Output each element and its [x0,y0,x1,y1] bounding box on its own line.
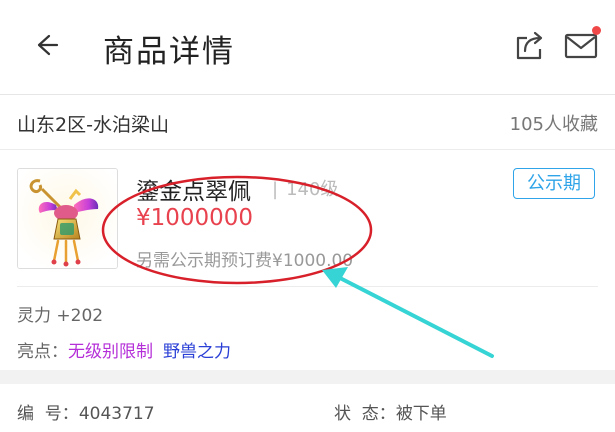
mail-icon[interactable] [564,31,598,61]
page-title: 商品详情 [103,34,235,70]
item-level: | 140级 [272,175,338,201]
spirit-attribute: 灵力 +202 [17,306,104,326]
notification-dot [592,26,601,35]
item-name: 鎏金点翠佩 [136,179,251,205]
reserve-fee-note: 另需公示期预订费¥1000.00 [136,251,354,271]
item-price: ¥1000000 [136,205,254,231]
highlights-label: 亮点： [17,342,68,362]
state-label: 状 态： [334,404,396,424]
highlights-row: 亮点：无级别限制 野兽之力 [17,337,241,362]
serial-value: 4043717 [78,404,155,424]
server-name: 山东2区-水泊梁山 [17,114,169,136]
annotation-arrow [338,276,494,358]
back-arrow-icon[interactable] [31,30,61,60]
server-row: 山东2区-水泊梁山 105人收藏 [0,95,615,150]
section-gap [0,370,615,384]
state-value: 被下单 [395,404,447,424]
serial-label: 编 号： [17,404,79,424]
status-badge: 公示期 [513,168,595,199]
share-icon[interactable] [513,29,547,63]
highlight-tag: 野兽之力 [163,342,231,362]
order-state: 状 态：被下单 [334,399,447,424]
favorites-count: 105人收藏 [509,114,598,135]
jade-pendant-icon [18,169,117,268]
item-level-value: 140级 [286,179,339,200]
level-separator: | [272,179,279,200]
top-bar: 商品详情 [0,0,615,95]
highlight-tag: 无级别限制 [68,342,153,362]
divider [17,286,598,287]
item-thumbnail[interactable] [17,168,118,269]
serial-number: 编 号：4043717 [17,399,155,424]
